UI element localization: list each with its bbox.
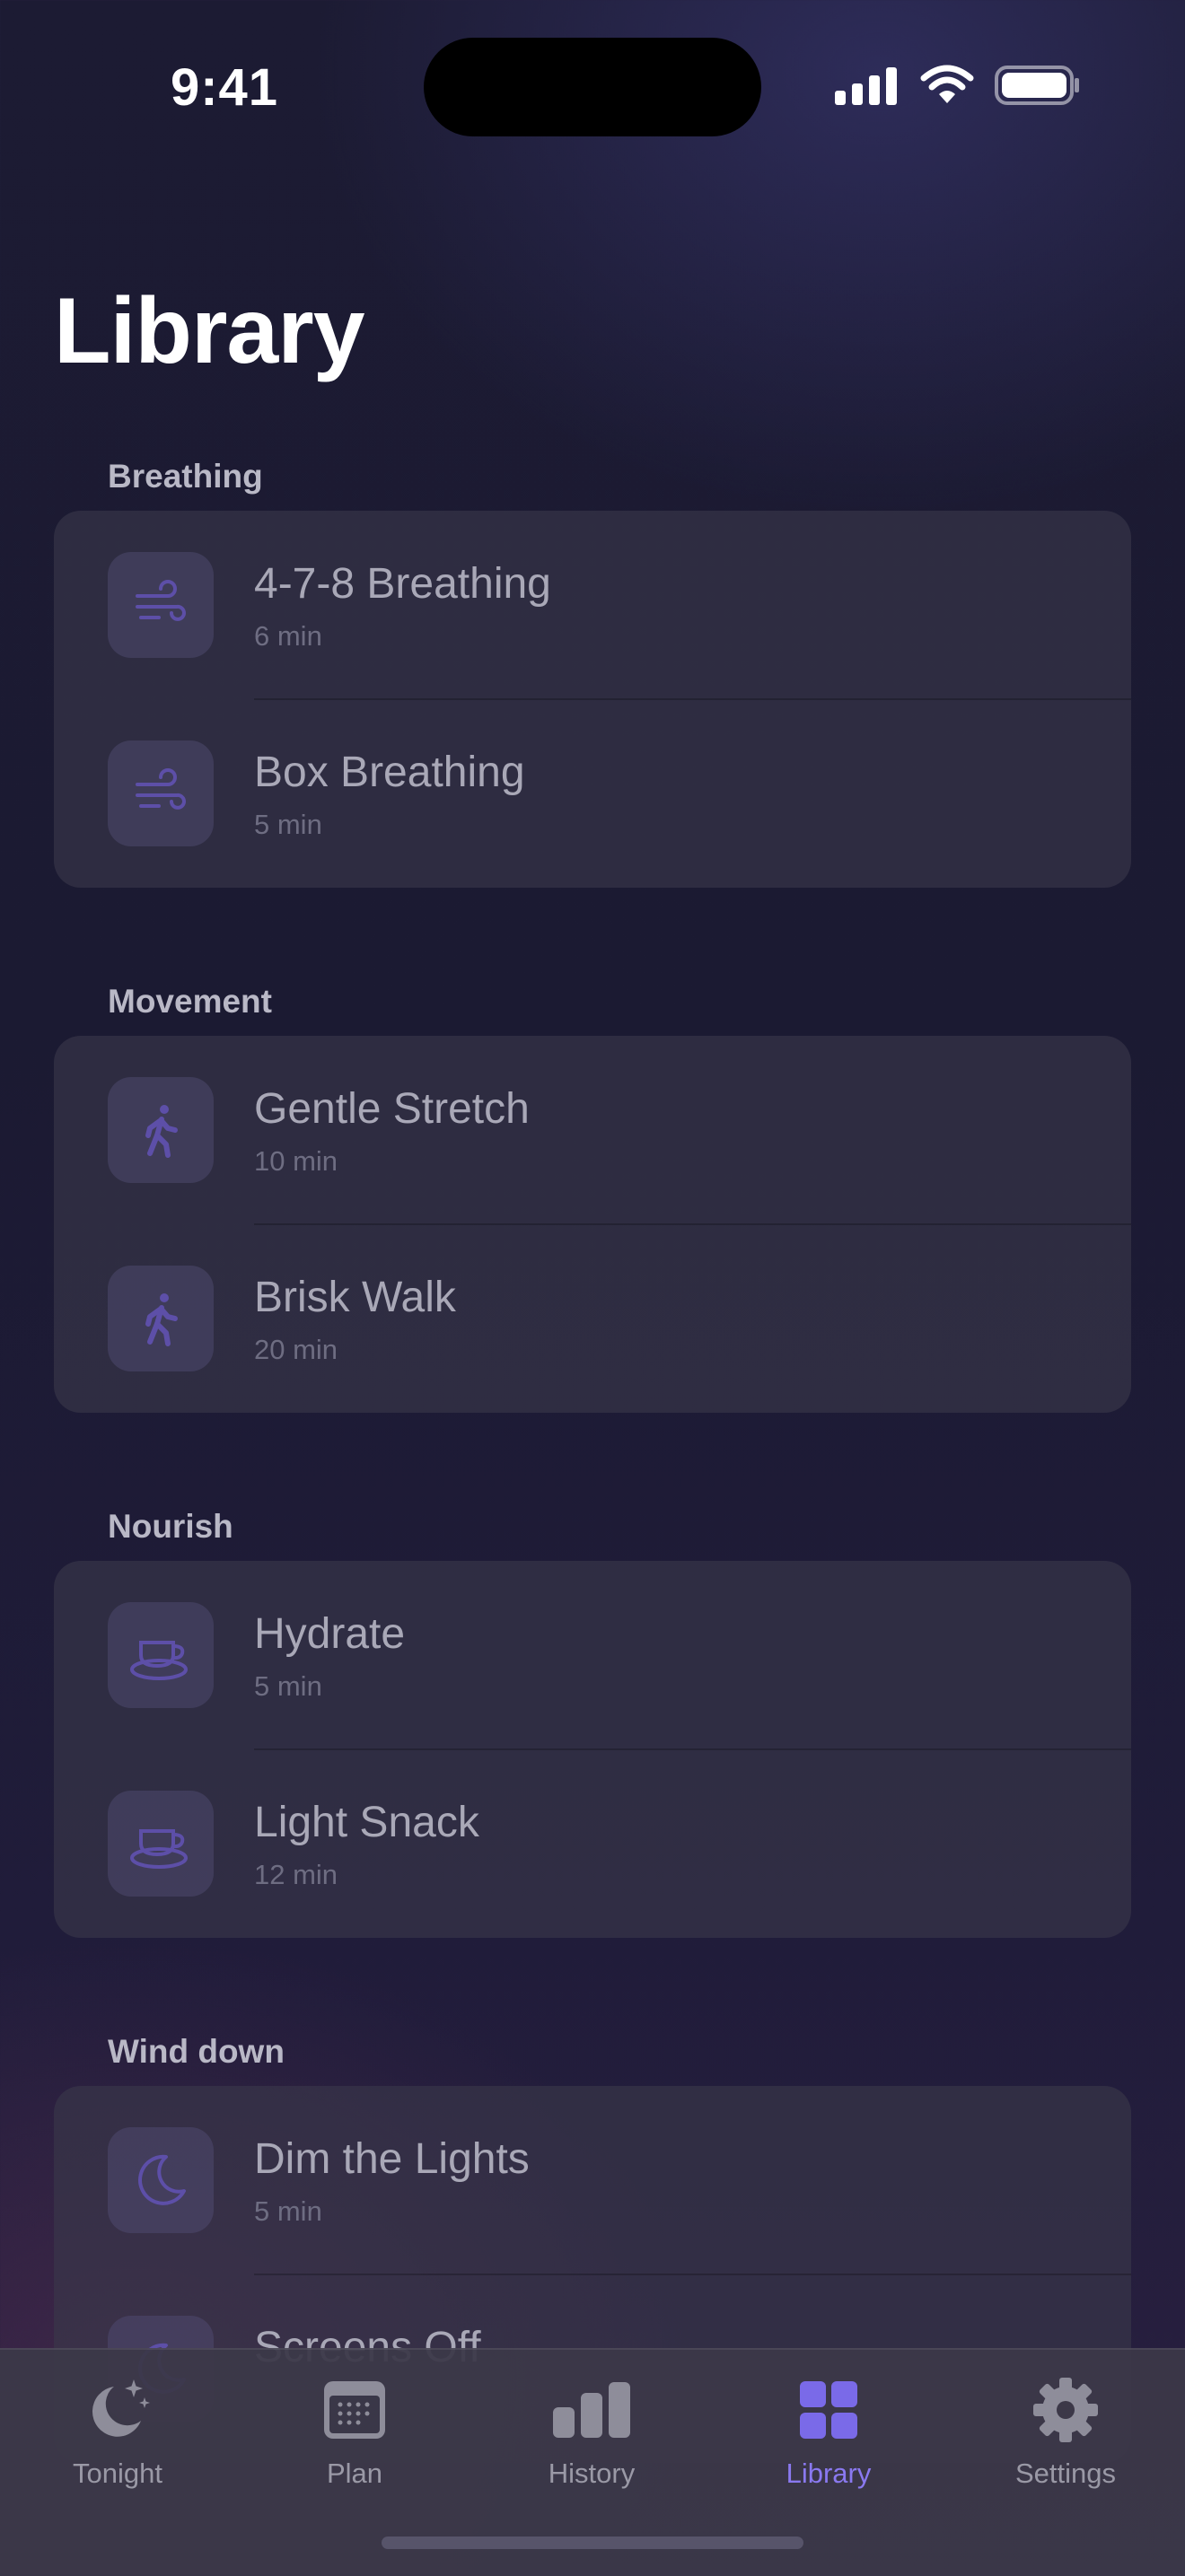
wind-icon [136,768,186,810]
page-title: Library [54,279,365,383]
grid-icon [800,2381,857,2439]
list-item[interactable]: Hydrate 5 min [54,1561,1131,1750]
tab-label: Library [786,2458,872,2489]
wind-icon [136,580,186,621]
wifi-icon [920,65,974,103]
moon-icon [138,2154,186,2205]
card-movement: Gentle Stretch 10 min Brisk Walk 20 min [54,1036,1131,1413]
item-duration: 20 min [254,1334,338,1365]
card-breathing: 4-7-8 Breathing 6 min Box Breathing 5 mi… [54,511,1131,888]
item-icon-tile [108,552,214,658]
item-duration: 12 min [254,1859,338,1890]
item-duration: 5 min [254,2195,322,2227]
section-header-movement: Movement [108,983,272,1020]
bar-chart-icon [553,2382,630,2438]
status-time: 9:41 [170,58,279,117]
item-icon-tile [108,1266,214,1371]
item-title: 4-7-8 Breathing [254,560,551,608]
item-duration: 5 min [254,1670,322,1702]
dynamic-island [424,38,761,136]
cup-saucer-icon [130,1829,188,1869]
item-icon-tile [108,2127,214,2233]
card-nourish: Hydrate 5 min Light Snack 12 min [54,1561,1131,1938]
moon-stars-icon [92,2379,150,2437]
tab-settings[interactable]: Settings [976,2370,1155,2504]
list-item[interactable]: Box Breathing 5 min [54,699,1131,888]
cellular-signal-icon [835,67,897,105]
item-title: Box Breathing [254,749,525,796]
list-item[interactable]: Gentle Stretch 10 min [54,1036,1131,1225]
tab-history[interactable]: History [502,2370,681,2504]
list-item[interactable]: Dim the Lights 5 min [54,2086,1131,2275]
gear-icon [1033,2378,1098,2442]
cup-saucer-icon [130,1641,188,1680]
walking-figure-icon [145,1293,178,1346]
item-duration: 10 min [254,1145,338,1177]
tab-tonight[interactable]: Tonight [28,2370,207,2504]
item-icon-tile [108,1077,214,1183]
list-item[interactable]: Brisk Walk 20 min [54,1224,1131,1413]
walking-figure-icon [145,1105,178,1158]
item-icon-tile [108,740,214,846]
item-icon-tile [108,1602,214,1708]
tab-label: Plan [326,2458,383,2489]
item-title: Light Snack [254,1799,479,1846]
item-title: Dim the Lights [254,2135,530,2183]
tab-plan[interactable]: Plan [265,2370,444,2504]
item-title: Brisk Walk [254,1274,456,1321]
tab-label: History [548,2458,636,2489]
tab-library[interactable]: Library [739,2370,918,2504]
item-title: Hydrate [254,1610,406,1658]
tab-label: Settings [1014,2458,1116,2489]
item-icon-tile [108,1791,214,1897]
item-duration: 5 min [254,809,322,840]
section-header-nourish: Nourish [108,1508,233,1545]
item-duration: 6 min [254,620,322,652]
list-item[interactable]: 4-7-8 Breathing 6 min [54,511,1131,700]
calendar-icon [324,2381,385,2439]
battery-icon [995,66,1079,105]
status-icons [835,63,1081,108]
home-indicator [382,2537,803,2549]
section-header-breathing: Breathing [108,458,263,495]
list-item[interactable]: Light Snack 12 min [54,1749,1131,1938]
section-header-wind-down: Wind down [108,2033,285,2070]
tab-label: Tonight [73,2458,162,2489]
item-title: Gentle Stretch [254,1085,530,1133]
